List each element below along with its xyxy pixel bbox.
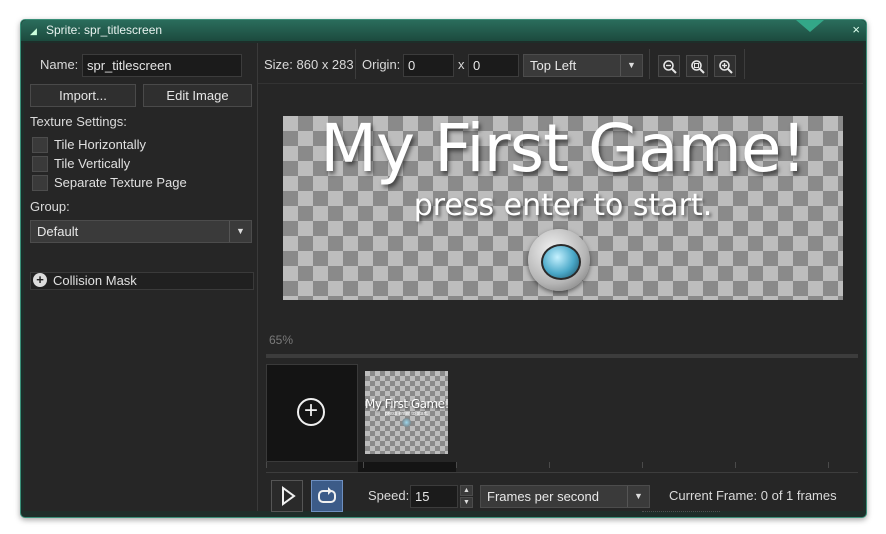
origin-x-separator: x xyxy=(458,57,465,72)
group-dropdown[interactable]: Default ▼ xyxy=(30,220,252,243)
sprite-preview-canvas[interactable]: My First Game! press enter to start. xyxy=(283,116,843,300)
timeline-tick xyxy=(828,462,829,468)
tile-horizontally-checkbox[interactable] xyxy=(32,137,48,153)
expand-plus-icon[interactable]: + xyxy=(33,273,47,287)
collision-mask-label: Collision Mask xyxy=(53,273,137,288)
orb-lens xyxy=(541,244,581,280)
zoom-in-icon xyxy=(719,60,733,74)
loop-toggle-button[interactable] xyxy=(311,480,343,512)
toolbar-divider xyxy=(355,49,356,79)
timeline-tick xyxy=(456,462,457,468)
orb-graphic xyxy=(528,229,590,291)
chevron-down-icon: ▼ xyxy=(229,221,251,242)
timeline-tick xyxy=(266,462,267,468)
speed-input[interactable]: 15 xyxy=(410,485,458,508)
title-notch-decoration xyxy=(796,20,824,32)
chevron-down-icon: ▼ xyxy=(627,486,649,507)
tile-vertically-checkbox[interactable] xyxy=(32,156,48,172)
thumbnail-title: My First Game! xyxy=(365,397,448,411)
size-text: Size: 860 x 283 xyxy=(264,57,354,72)
origin-preset-value: Top Left xyxy=(530,58,577,73)
group-dropdown-value: Default xyxy=(37,224,79,239)
timeline-tick xyxy=(363,462,364,468)
toolbar-divider xyxy=(649,49,650,79)
zoom-out-icon xyxy=(663,60,677,74)
texture-settings-label: Texture Settings: xyxy=(30,114,127,129)
sprite-view-panel: Size: 860 x 283 Origin: 0 x 0 Top Left ▼ xyxy=(258,43,863,512)
add-circle-icon: + xyxy=(297,398,325,426)
origin-y-input[interactable]: 0 xyxy=(468,54,519,77)
zoom-in-button[interactable] xyxy=(714,55,736,77)
play-icon xyxy=(282,486,296,506)
timeline-selection xyxy=(358,462,456,472)
close-icon[interactable]: × xyxy=(852,22,860,37)
separate-texture-page-checkbox[interactable] xyxy=(32,175,48,191)
speed-unit-dropdown[interactable]: Frames per second ▼ xyxy=(480,485,650,508)
thumbnail-orb xyxy=(402,418,411,427)
timeline-tick xyxy=(642,462,643,468)
frame-timeline[interactable] xyxy=(266,462,858,473)
separate-texture-page-label: Separate Texture Page xyxy=(54,175,187,190)
sprite-toolbar: Size: 860 x 283 Origin: 0 x 0 Top Left ▼ xyxy=(258,43,863,84)
toolbar-divider xyxy=(744,49,745,79)
resize-grip[interactable] xyxy=(642,511,720,516)
collapse-icon[interactable]: ◢ xyxy=(30,26,37,37)
preview-subtitle-text: press enter to start. xyxy=(413,188,713,223)
group-label: Group: xyxy=(30,199,70,214)
play-button[interactable] xyxy=(271,480,303,512)
add-frame-button[interactable]: + xyxy=(266,364,358,462)
timeline-tick xyxy=(549,462,550,468)
current-frame-text: Current Frame: 0 of 1 frames xyxy=(669,488,837,503)
title-bar[interactable]: ◢ Sprite: spr_titlescreen × xyxy=(21,20,866,41)
origin-preset-dropdown[interactable]: Top Left ▼ xyxy=(523,54,643,77)
loop-icon xyxy=(318,487,336,503)
speed-unit-value: Frames per second xyxy=(487,489,599,504)
speed-stepper[interactable]: ▲ ▼ xyxy=(460,485,473,508)
timeline-tick xyxy=(735,462,736,468)
properties-panel: Name: spr_titlescreen Import... Edit Ima… xyxy=(24,43,258,511)
chevron-down-icon[interactable]: ▼ xyxy=(460,497,473,508)
edit-image-button[interactable]: Edit Image xyxy=(143,84,252,107)
editor-body: Name: spr_titlescreen Import... Edit Ima… xyxy=(24,43,863,512)
thumbnail-subtitle: press enter to start. xyxy=(384,411,429,417)
zoom-reset-button[interactable] xyxy=(686,55,708,77)
chevron-down-icon: ▼ xyxy=(620,55,642,76)
zoom-out-button[interactable] xyxy=(658,55,680,77)
preview-title-text: My First Game! xyxy=(320,116,807,187)
origin-label: Origin: xyxy=(362,57,401,72)
horizontal-scrollbar[interactable] xyxy=(266,354,858,358)
window-title: Sprite: spr_titlescreen xyxy=(46,23,163,37)
chevron-up-icon[interactable]: ▲ xyxy=(460,485,473,496)
sprite-editor-window: ◢ Sprite: spr_titlescreen × Name: spr_ti… xyxy=(20,19,867,518)
speed-label: Speed: xyxy=(368,488,410,503)
zoom-reset-icon xyxy=(691,60,705,74)
tile-horizontally-label: Tile Horizontally xyxy=(54,137,146,152)
collision-mask-section[interactable]: + Collision Mask xyxy=(30,272,254,290)
name-input[interactable]: spr_titlescreen xyxy=(82,54,242,77)
name-label: Name: xyxy=(40,57,79,72)
tile-vertically-label: Tile Vertically xyxy=(54,156,131,171)
zoom-level-text: 65% xyxy=(269,333,294,347)
origin-x-input[interactable]: 0 xyxy=(403,54,454,77)
frame-thumbnail[interactable]: My First Game! press enter to start. xyxy=(365,371,448,454)
import-button[interactable]: Import... xyxy=(30,84,136,107)
